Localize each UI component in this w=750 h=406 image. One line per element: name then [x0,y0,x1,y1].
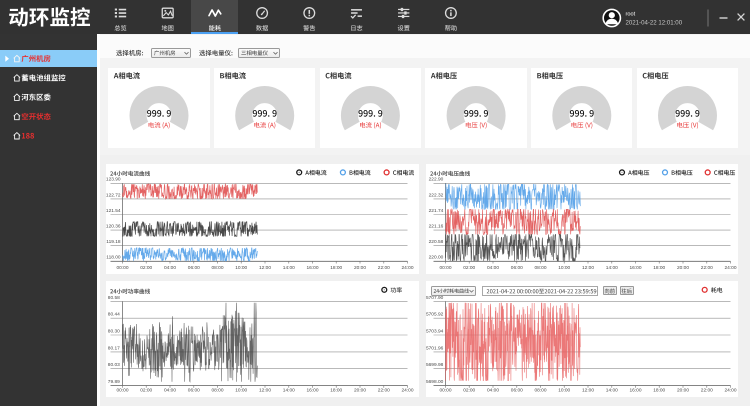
svg-text:221.16: 221.16 [429,224,444,230]
svg-text:16:00: 16:00 [629,388,641,394]
svg-text:5703.94: 5703.94 [426,328,444,334]
svg-text:5705.92: 5705.92 [426,312,444,318]
svg-text:20:00: 20:00 [354,265,366,271]
svg-text:00:00: 00:00 [116,265,128,271]
svg-text:80.03: 80.03 [108,362,120,368]
svg-text:14:00: 14:00 [606,265,618,271]
svg-text:18:00: 18:00 [330,265,342,271]
svg-text:22:00: 22:00 [701,265,713,271]
svg-text:16:00: 16:00 [629,265,641,271]
svg-text:5698.00: 5698.00 [426,379,444,385]
svg-text:20:00: 20:00 [677,388,689,394]
svg-text:14:00: 14:00 [283,388,295,394]
svg-text:24:00: 24:00 [401,265,413,271]
svg-text:18:00: 18:00 [330,388,342,394]
svg-text:22:00: 22:00 [378,388,390,394]
svg-text:220.58: 220.58 [429,239,444,245]
svg-text:00:00: 00:00 [116,388,128,394]
svg-text:10:00: 10:00 [235,265,247,271]
svg-text:10:00: 10:00 [235,388,247,394]
svg-text:04:00: 04:00 [164,265,176,271]
svg-text:18:00: 18:00 [653,388,665,394]
svg-text:12:00: 12:00 [582,388,594,394]
svg-text:118.00: 118.00 [106,255,121,261]
svg-text:16:00: 16:00 [306,388,318,394]
svg-text:5707.90: 5707.90 [426,295,444,301]
svg-text:08:00: 08:00 [211,265,223,271]
svg-text:00:00: 00:00 [439,265,451,271]
svg-text:221.74: 221.74 [429,208,444,214]
svg-text:20:00: 20:00 [354,388,366,394]
svg-text:222.32: 222.32 [429,192,444,198]
svg-text:80.58: 80.58 [108,295,120,301]
svg-text:06:00: 06:00 [188,265,200,271]
svg-text:12:00: 12:00 [259,388,271,394]
svg-text:79.89: 79.89 [108,379,120,385]
svg-text:06:00: 06:00 [511,388,523,394]
svg-text:16:00: 16:00 [306,265,318,271]
svg-text:12:00: 12:00 [259,265,271,271]
svg-text:122.72: 122.72 [106,192,121,198]
svg-text:220.00: 220.00 [429,255,444,261]
svg-text:14:00: 14:00 [606,388,618,394]
svg-text:119.18: 119.18 [106,239,121,245]
svg-text:08:00: 08:00 [211,388,223,394]
svg-text:24:00: 24:00 [401,388,413,394]
svg-text:24:00: 24:00 [724,388,736,394]
svg-text:02:00: 02:00 [140,265,152,271]
svg-text:80.17: 80.17 [108,345,120,351]
svg-text:14:00: 14:00 [283,265,295,271]
svg-text:121.54: 121.54 [106,208,121,214]
svg-text:04:00: 04:00 [487,388,499,394]
svg-text:08:00: 08:00 [534,388,546,394]
svg-text:5699.98: 5699.98 [426,362,444,368]
svg-text:08:00: 08:00 [534,265,546,271]
svg-text:222.90: 222.90 [429,177,444,183]
svg-text:06:00: 06:00 [188,388,200,394]
svg-text:10:00: 10:00 [558,265,570,271]
svg-text:02:00: 02:00 [463,265,475,271]
svg-text:04:00: 04:00 [164,388,176,394]
svg-text:24:00: 24:00 [724,265,736,271]
svg-text:80.30: 80.30 [108,328,120,334]
svg-text:02:00: 02:00 [463,388,475,394]
svg-text:5701.96: 5701.96 [426,345,444,351]
svg-text:06:00: 06:00 [511,265,523,271]
svg-text:00:00: 00:00 [439,388,451,394]
svg-text:123.90: 123.90 [106,177,121,183]
svg-text:12:00: 12:00 [582,265,594,271]
svg-text:root: root [626,12,636,18]
svg-text:02:00: 02:00 [140,388,152,394]
svg-text:10:00: 10:00 [558,388,570,394]
svg-text:20:00: 20:00 [677,265,689,271]
svg-text:80.44: 80.44 [108,312,120,318]
svg-text:22:00: 22:00 [378,265,390,271]
svg-text:04:00: 04:00 [487,265,499,271]
svg-text:18:00: 18:00 [653,265,665,271]
svg-text:120.36: 120.36 [106,224,121,230]
svg-text:22:00: 22:00 [701,388,713,394]
svg-text:2021-04-22 12:01:00: 2021-04-22 12:01:00 [626,19,683,26]
